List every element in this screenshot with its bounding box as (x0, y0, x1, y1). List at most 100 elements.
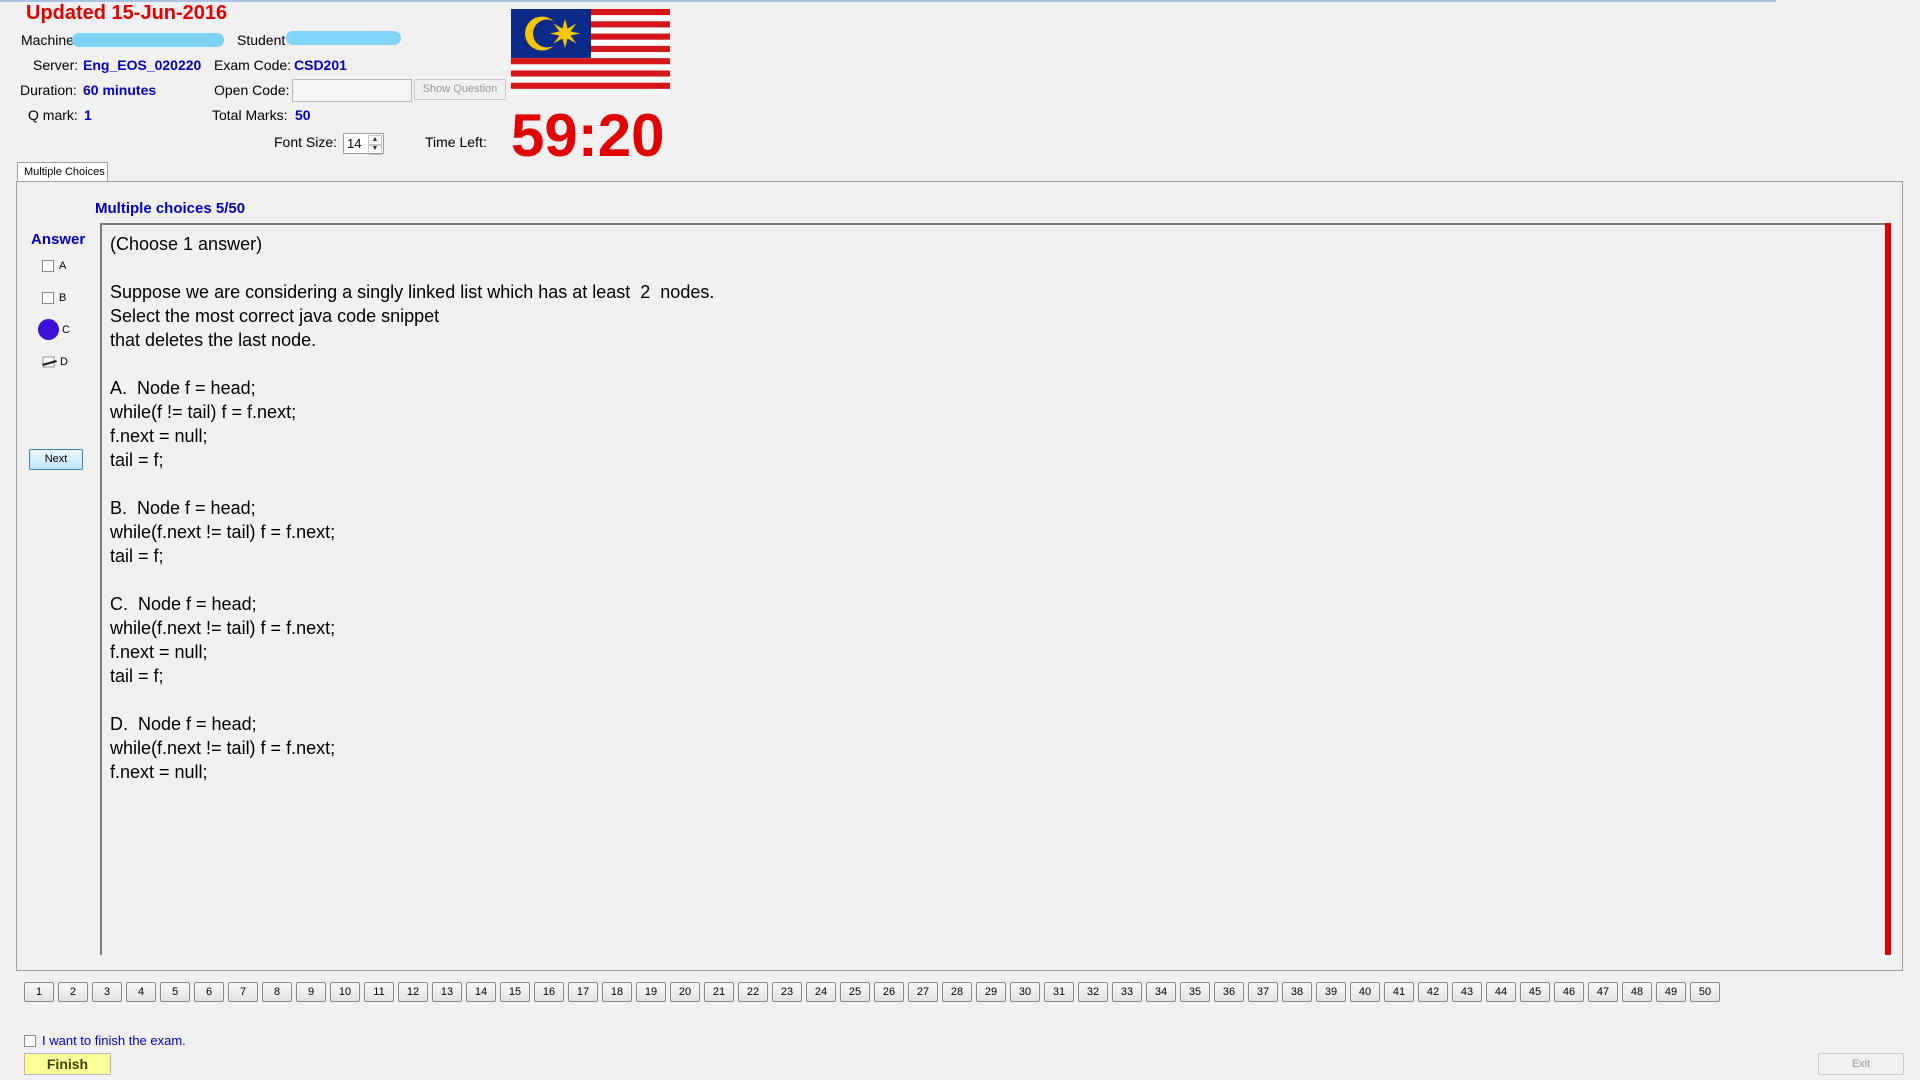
machine-label: Machine (21, 32, 74, 48)
question-number-button[interactable]: 47 (1588, 982, 1618, 1002)
qmark-label: Q mark: (28, 107, 78, 123)
total-marks-label: Total Marks: (212, 107, 288, 123)
question-counter: Multiple choices 5/50 (95, 200, 246, 217)
exit-button[interactable]: Exit (1818, 1053, 1904, 1075)
option-d-label: D (60, 356, 68, 368)
option-c-label: C (62, 323, 70, 336)
question-number-button[interactable]: 24 (806, 982, 836, 1002)
question-number-button[interactable]: 46 (1554, 982, 1584, 1002)
question-number-button[interactable]: 12 (398, 982, 428, 1002)
selected-indicator-icon[interactable] (38, 319, 59, 340)
question-number-button[interactable]: 11 (364, 982, 394, 1002)
question-number-button[interactable]: 19 (636, 982, 666, 1002)
finish-checkbox-box[interactable] (24, 1034, 36, 1047)
student-value-redacted (286, 31, 401, 45)
question-number-button[interactable]: 42 (1418, 982, 1448, 1002)
question-number-button[interactable]: 45 (1520, 982, 1550, 1002)
question-number-button[interactable]: 6 (194, 982, 224, 1002)
question-number-button[interactable]: 48 (1622, 982, 1652, 1002)
question-number-button[interactable]: 32 (1078, 982, 1108, 1002)
font-size-label: Font Size: (274, 134, 338, 150)
server-label: Server: (33, 57, 79, 73)
question-number-button[interactable]: 4 (126, 982, 156, 1002)
question-number-button[interactable]: 23 (772, 982, 802, 1002)
time-left-label: Time Left: (425, 134, 487, 150)
exam-code-value: CSD201 (294, 57, 347, 73)
checkbox-a[interactable] (42, 260, 54, 272)
machine-value-redacted (72, 33, 224, 47)
answer-label: Answer (31, 231, 86, 248)
question-number-button[interactable]: 44 (1486, 982, 1516, 1002)
option-a-label: A (59, 260, 67, 272)
question-number-button[interactable]: 16 (534, 982, 564, 1002)
question-number-button[interactable]: 28 (942, 982, 972, 1002)
chevron-down-icon[interactable]: ▼ (368, 144, 382, 155)
finish-checkbox-label: I want to finish the exam. (42, 1033, 186, 1048)
question-number-button[interactable]: 20 (670, 982, 700, 1002)
window-top-border (0, 0, 1776, 2)
question-number-button[interactable]: 29 (976, 982, 1006, 1002)
finish-button[interactable]: Finish (24, 1053, 111, 1075)
question-number-button[interactable]: 14 (466, 982, 496, 1002)
question-number-button[interactable]: 37 (1248, 982, 1278, 1002)
question-number-button[interactable]: 33 (1112, 982, 1142, 1002)
answer-option-b[interactable]: B (42, 292, 66, 304)
question-text: (Choose 1 answer) Suppose we are conside… (110, 234, 715, 782)
question-number-button[interactable]: 1 (24, 982, 54, 1002)
question-number-button[interactable]: 26 (874, 982, 904, 1002)
tab-multiple-choices[interactable]: Multiple Choices (17, 162, 108, 182)
student-label: Student (237, 32, 286, 48)
font-size-value: 14 (347, 136, 362, 151)
answer-option-c[interactable]: C (38, 319, 70, 340)
question-number-button[interactable]: 15 (500, 982, 530, 1002)
question-number-button[interactable]: 2 (58, 982, 88, 1002)
scrollbar-indicator[interactable] (1885, 223, 1891, 955)
question-number-button[interactable]: 25 (840, 982, 870, 1002)
open-code-input[interactable] (292, 79, 412, 102)
answer-option-d[interactable]: D (42, 356, 68, 368)
duration-label: Duration: (20, 82, 77, 98)
question-number-button[interactable]: 10 (330, 982, 360, 1002)
question-number-button[interactable]: 5 (160, 982, 190, 1002)
malaysia-flag-icon (511, 9, 670, 95)
question-number-button[interactable]: 13 (432, 982, 462, 1002)
question-number-button[interactable]: 34 (1146, 982, 1176, 1002)
question-number-button[interactable]: 3 (92, 982, 122, 1002)
finish-exam-checkbox[interactable]: I want to finish the exam. (24, 1033, 186, 1048)
question-number-button[interactable]: 38 (1282, 982, 1312, 1002)
question-navigation: 1 2 3 4 5 6 7 8 9 10 11 12 13 14 15 16 17 18 19 20 21 22 23 24 2… (24, 982, 1720, 1002)
next-button[interactable]: Next (29, 449, 83, 470)
question-number-button[interactable]: 36 (1214, 982, 1244, 1002)
font-size-stepper[interactable]: 14 ▲ ▼ (343, 133, 384, 155)
question-number-button[interactable]: 21 (704, 982, 734, 1002)
question-number-button[interactable]: 41 (1384, 982, 1414, 1002)
server-value: Eng_EOS_020220 (83, 57, 202, 73)
exam-code-label: Exam Code: (214, 57, 292, 73)
qmark-value: 1 (84, 107, 92, 123)
duration-value: 60 minutes (83, 82, 157, 98)
question-number-button[interactable]: 8 (262, 982, 292, 1002)
question-number-button[interactable]: 50 (1690, 982, 1720, 1002)
option-b-label: B (59, 292, 67, 304)
question-number-button[interactable]: 30 (1010, 982, 1040, 1002)
question-number-button[interactable]: 7 (228, 982, 258, 1002)
updated-banner: Updated 15-Jun-2016 (26, 2, 228, 24)
question-number-button[interactable]: 18 (602, 982, 632, 1002)
question-number-button[interactable]: 22 (738, 982, 768, 1002)
question-number-button[interactable]: 9 (296, 982, 326, 1002)
question-number-button[interactable]: 49 (1656, 982, 1686, 1002)
question-number-button[interactable]: 35 (1180, 982, 1210, 1002)
checkbox-pencil-icon[interactable] (42, 356, 58, 368)
question-number-button[interactable]: 43 (1452, 982, 1482, 1002)
question-number-button[interactable]: 39 (1316, 982, 1346, 1002)
checkbox-b[interactable] (42, 292, 54, 304)
open-code-label: Open Code: (214, 82, 290, 98)
countdown-timer: 59:20 (511, 102, 665, 169)
question-number-button[interactable]: 40 (1350, 982, 1380, 1002)
question-number-button[interactable]: 17 (568, 982, 598, 1002)
question-number-button[interactable]: 31 (1044, 982, 1074, 1002)
total-marks-value: 50 (295, 107, 311, 123)
answer-option-a[interactable]: A (42, 260, 66, 272)
show-question-button[interactable]: Show Question (414, 79, 506, 100)
question-number-button[interactable]: 27 (908, 982, 938, 1002)
